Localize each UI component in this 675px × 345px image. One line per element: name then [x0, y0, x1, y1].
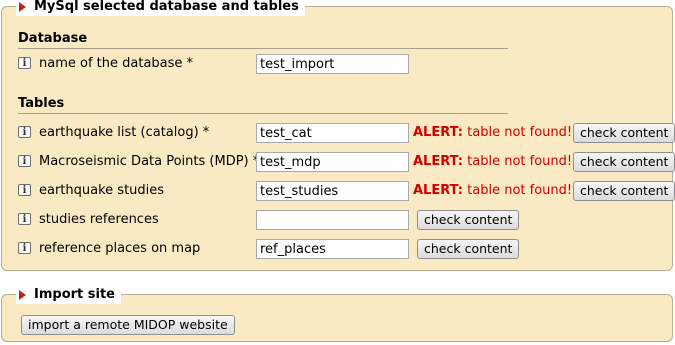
database-panel-title: MySql selected database and tables — [34, 0, 299, 14]
alert-prefix: ALERT: — [413, 125, 464, 140]
table-input-places[interactable] — [256, 239, 409, 259]
alert-message: ALERT: table not found! — [413, 125, 572, 140]
table-input-catalog[interactable] — [256, 123, 409, 143]
tables-heading: Tables — [18, 96, 508, 114]
table-label-mdp: Macroseismic Data Points (MDP) * — [39, 154, 260, 169]
database-name-input[interactable] — [256, 54, 409, 74]
check-content-button-places[interactable]: check content — [417, 239, 520, 259]
info-icon[interactable]: i — [18, 57, 31, 69]
check-content-button-mdp[interactable]: check content — [573, 152, 675, 172]
database-name-row: i name of the database * — [18, 54, 668, 76]
table-label-catalog: earthquake list (catalog) * — [39, 125, 210, 140]
info-icon[interactable]: i — [18, 126, 31, 138]
database-name-label: name of the database * — [39, 56, 194, 71]
alert-prefix: ALERT: — [413, 183, 464, 198]
info-icon[interactable]: i — [18, 184, 31, 196]
check-content-button-references[interactable]: check content — [417, 210, 520, 230]
table-label-studies: earthquake studies — [39, 183, 165, 198]
collapse-arrow-icon[interactable] — [19, 2, 26, 12]
table-label-references: studies references — [39, 212, 159, 227]
collapse-arrow-icon[interactable] — [19, 290, 26, 300]
table-input-studies[interactable] — [256, 181, 409, 201]
import-site-panel: Import site import a remote MIDOP websit… — [1, 286, 673, 342]
database-tables-panel: MySql selected database and tables Datab… — [1, 0, 675, 271]
table-label-places: reference places on map — [39, 241, 201, 256]
table-row-references: i studies references check content — [18, 210, 668, 232]
alert-message: ALERT: table not found! — [413, 183, 572, 198]
info-icon[interactable]: i — [18, 155, 31, 167]
alert-prefix: ALERT: — [413, 154, 464, 169]
table-row-studies: i earthquake studies ALERT: table not fo… — [18, 181, 675, 203]
import-remote-website-button[interactable]: import a remote MIDOP website — [21, 315, 235, 335]
info-icon[interactable]: i — [18, 213, 31, 225]
table-row-catalog: i earthquake list (catalog) * ALERT: tab… — [18, 123, 675, 145]
table-row-places: i reference places on map check content — [18, 239, 668, 261]
alert-text: table not found! — [467, 154, 573, 169]
table-input-references[interactable] — [256, 210, 409, 230]
table-input-mdp[interactable] — [256, 152, 409, 172]
alert-text: table not found! — [467, 125, 573, 140]
database-panel-legend[interactable]: MySql selected database and tables — [16, 0, 305, 16]
check-content-button-studies[interactable]: check content — [573, 181, 675, 201]
table-row-mdp: i Macroseismic Data Points (MDP) * ALERT… — [18, 152, 675, 174]
alert-message: ALERT: table not found! — [413, 154, 572, 169]
alert-text: table not found! — [467, 183, 573, 198]
import-panel-title: Import site — [34, 287, 115, 302]
import-panel-legend[interactable]: Import site — [16, 286, 121, 304]
info-icon[interactable]: i — [18, 242, 31, 254]
database-heading: Database — [18, 31, 508, 49]
check-content-button-catalog[interactable]: check content — [573, 123, 675, 143]
